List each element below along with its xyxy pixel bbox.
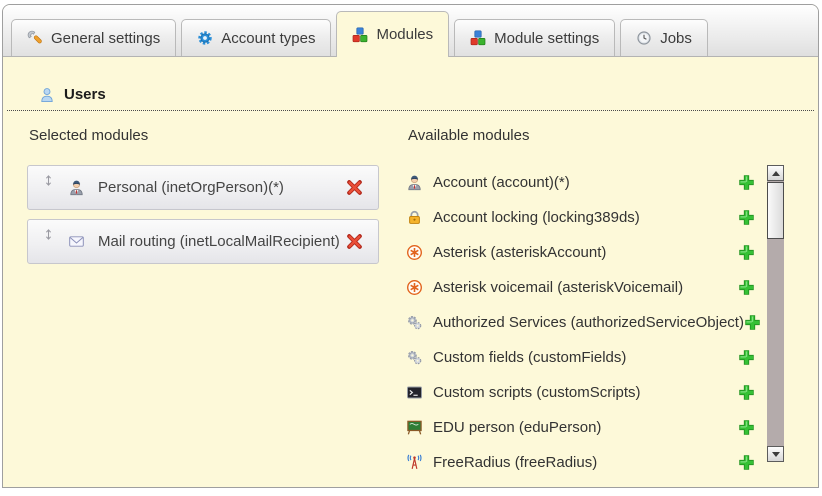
scroll-down-button[interactable] xyxy=(767,446,784,462)
tab-label: General settings xyxy=(51,30,160,47)
add-module-button[interactable] xyxy=(738,244,755,261)
add-module-button[interactable] xyxy=(738,279,755,296)
users-section-header: Users xyxy=(3,57,818,110)
scroll-up-button[interactable] xyxy=(767,165,784,181)
module-label: Custom scripts (customScripts) xyxy=(433,384,738,401)
section-title: Users xyxy=(64,86,106,103)
add-icon xyxy=(744,314,761,331)
scrollbar-thumb[interactable] xyxy=(767,182,784,239)
add-icon xyxy=(738,419,755,436)
tab[interactable]: Account types xyxy=(181,19,331,56)
modules-tab-content: Users Selected modules Personal (inetOrg… xyxy=(3,57,818,488)
available-module-row: Asterisk (asteriskAccount) xyxy=(406,235,755,270)
selected-modules-heading: Selected modules xyxy=(29,127,379,144)
module-icon xyxy=(406,209,423,226)
tab-icon xyxy=(470,30,486,46)
section-divider xyxy=(7,110,814,111)
module-label: Asterisk (asteriskAccount) xyxy=(433,244,738,261)
add-module-button[interactable] xyxy=(738,349,755,366)
available-modules-list: Account (account)(*) Account locking (lo… xyxy=(406,165,755,480)
tab-bar: General settings Account types Modules M… xyxy=(3,5,818,57)
tab-icon xyxy=(197,30,213,46)
module-icon xyxy=(68,233,85,250)
module-label: EDU person (eduPerson) xyxy=(433,419,738,436)
add-module-button[interactable] xyxy=(738,174,755,191)
tab-icon xyxy=(636,30,652,46)
module-label: Personal (inetOrgPerson)(*) xyxy=(98,179,346,196)
add-icon xyxy=(738,174,755,191)
module-label: FreeRadius (freeRadius) xyxy=(433,454,738,471)
module-icon xyxy=(68,179,85,196)
available-module-row: Authorized Services (authorizedServiceOb… xyxy=(406,305,755,340)
users-icon xyxy=(39,87,55,103)
available-module-row: Account locking (locking389ds) xyxy=(406,200,755,235)
module-icon xyxy=(406,454,423,471)
module-label: Asterisk voicemail (asteriskVoicemail) xyxy=(433,279,738,296)
tab-icon xyxy=(27,30,43,46)
module-icon xyxy=(406,279,423,296)
tab-label: Modules xyxy=(376,26,433,43)
scroll-down-arrow-icon xyxy=(772,452,780,457)
module-icon xyxy=(406,314,423,331)
tab[interactable]: Jobs xyxy=(620,19,708,56)
add-icon xyxy=(738,209,755,226)
drag-handle-icon[interactable] xyxy=(42,174,55,187)
add-icon xyxy=(738,244,755,261)
tab-label: Jobs xyxy=(660,30,692,47)
module-icon xyxy=(406,419,423,436)
module-icon xyxy=(406,174,423,191)
tab[interactable]: Modules xyxy=(336,11,449,57)
modules-columns: Selected modules Personal (inetOrgPerson… xyxy=(3,121,818,480)
available-module-row: Custom fields (customFields) xyxy=(406,340,755,375)
available-modules-heading: Available modules xyxy=(408,127,755,144)
add-icon xyxy=(738,454,755,471)
available-modules-column: Available modules Account (account)(*) A… xyxy=(406,121,755,480)
delete-icon xyxy=(346,233,363,250)
module-icon xyxy=(406,244,423,261)
available-module-row: Account (account)(*) xyxy=(406,165,755,200)
configuration-panel: General settings Account types Modules M… xyxy=(2,4,819,488)
module-label: Authorized Services (authorizedServiceOb… xyxy=(433,314,744,331)
selected-modules-list: Personal (inetOrgPerson)(*) Mail routing… xyxy=(27,165,379,264)
tab[interactable]: Module settings xyxy=(454,19,615,56)
available-module-row: Asterisk voicemail (asteriskVoicemail) xyxy=(406,270,755,305)
selected-modules-column: Selected modules Personal (inetOrgPerson… xyxy=(27,121,379,273)
available-module-row: FreeRadius (freeRadius) xyxy=(406,445,755,480)
add-icon xyxy=(738,384,755,401)
available-module-row: EDU person (eduPerson) xyxy=(406,410,755,445)
add-module-button[interactable] xyxy=(738,419,755,436)
selected-module-row: Mail routing (inetLocalMailRecipient) xyxy=(27,219,379,264)
add-module-button[interactable] xyxy=(744,314,761,331)
scroll-up-arrow-icon xyxy=(772,171,780,176)
available-modules-scrollbar[interactable] xyxy=(767,165,784,462)
add-module-button[interactable] xyxy=(738,384,755,401)
module-icon xyxy=(406,349,423,366)
module-label: Mail routing (inetLocalMailRecipient) xyxy=(98,233,346,250)
tab[interactable]: General settings xyxy=(11,19,176,56)
selected-module-row: Personal (inetOrgPerson)(*) xyxy=(27,165,379,210)
remove-module-button[interactable] xyxy=(346,179,363,196)
tab-icon xyxy=(352,27,368,43)
add-icon xyxy=(738,349,755,366)
add-module-button[interactable] xyxy=(738,454,755,471)
tab-label: Account types xyxy=(221,30,315,47)
add-module-button[interactable] xyxy=(738,209,755,226)
module-label: Custom fields (customFields) xyxy=(433,349,738,366)
module-label: Account locking (locking389ds) xyxy=(433,209,738,226)
tab-label: Module settings xyxy=(494,30,599,47)
drag-handle-icon[interactable] xyxy=(42,228,55,241)
delete-icon xyxy=(346,179,363,196)
available-module-row: Custom scripts (customScripts) xyxy=(406,375,755,410)
add-icon xyxy=(738,279,755,296)
module-label: Account (account)(*) xyxy=(433,174,738,191)
remove-module-button[interactable] xyxy=(346,233,363,250)
module-icon xyxy=(406,384,423,401)
